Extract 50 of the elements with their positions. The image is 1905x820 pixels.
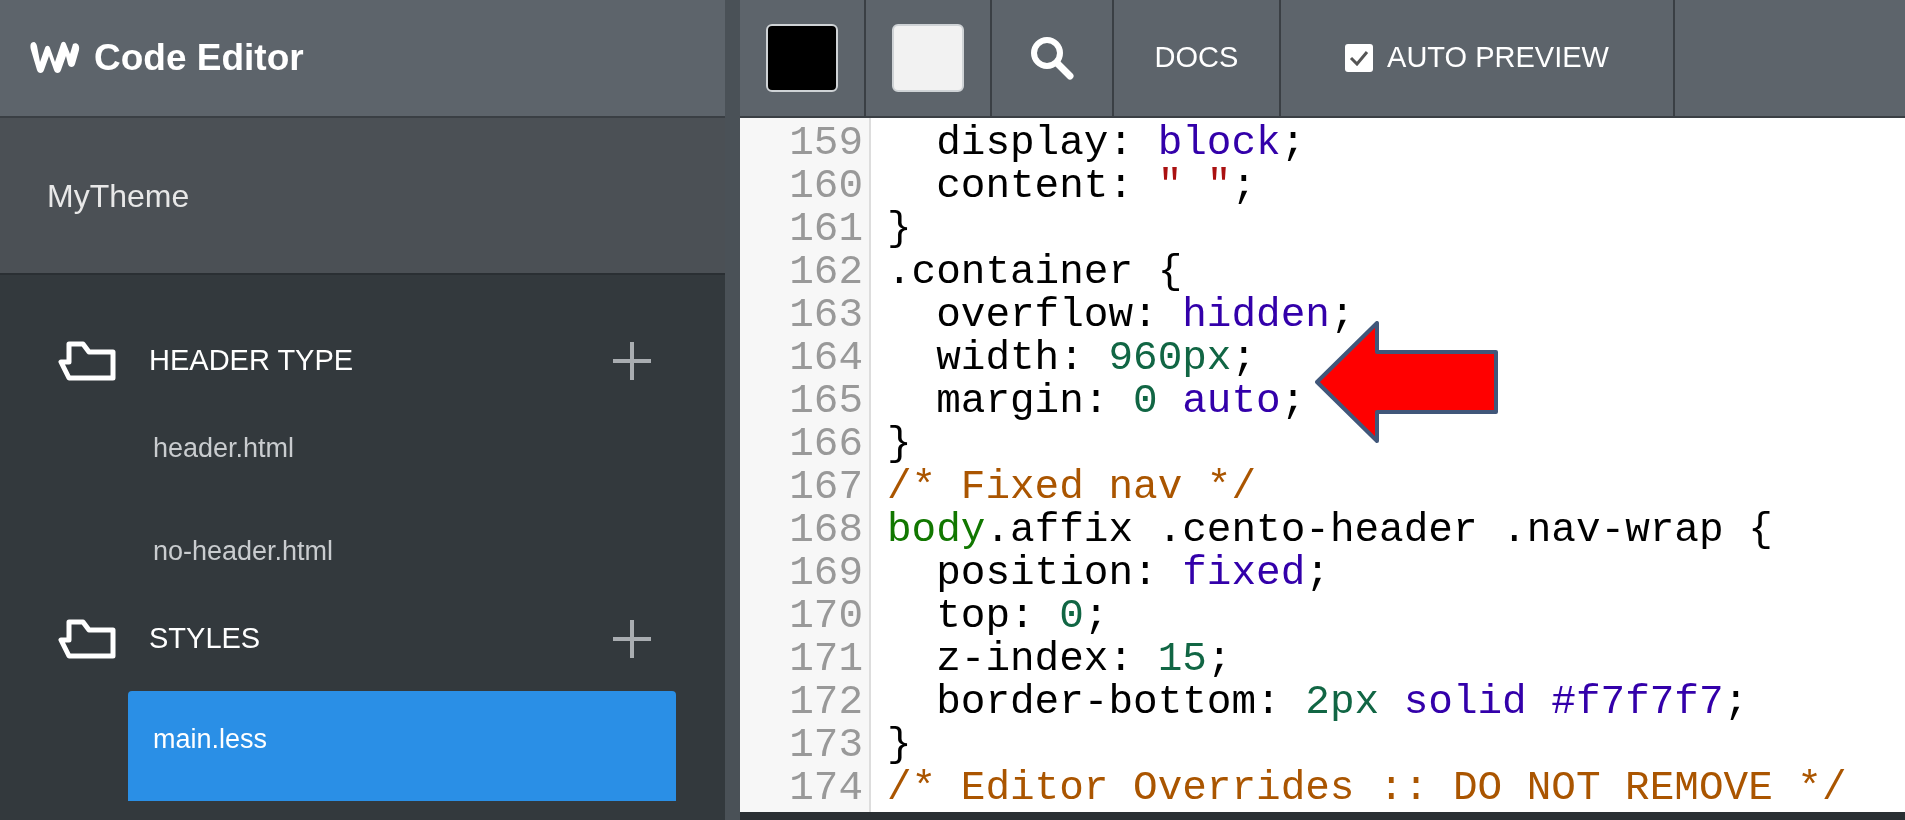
checkbox[interactable] (1345, 44, 1374, 72)
code-line: overflow: hidden; (935, 294, 1356, 337)
search-icon (1029, 35, 1075, 81)
line-number: 163 (788, 294, 863, 337)
add-icon[interactable] (611, 618, 653, 660)
folder-icon (57, 340, 117, 382)
folder-label[interactable]: HEADER TYPE (149, 339, 611, 383)
line-number: 174 (788, 767, 863, 810)
line-number: 159 (788, 122, 863, 165)
app-title: Code Editor (94, 36, 304, 81)
file-item[interactable]: header.html (128, 397, 676, 500)
line-number: 161 (788, 208, 863, 251)
color-swatch[interactable] (766, 24, 838, 92)
line-number: 172 (788, 681, 863, 724)
code-line: z-index: 15; (935, 638, 1233, 681)
code-line: display: block; (935, 122, 1307, 165)
line-number: 165 (788, 380, 863, 423)
line-number: 169 (788, 552, 863, 595)
auto-preview-toggle[interactable]: AUTO PREVIEW (1281, 0, 1675, 116)
line-number: 160 (788, 165, 863, 208)
code-line: .container { (887, 251, 1184, 294)
docs-button[interactable]: DOCS (1114, 0, 1281, 116)
folder-label[interactable]: STYLES (149, 617, 611, 661)
add-icon[interactable] (611, 340, 653, 382)
folder-icon (57, 618, 117, 660)
code-line: } (887, 724, 913, 767)
code-line: } (887, 423, 913, 466)
toggle-label: AUTO PREVIEW (1387, 40, 1609, 76)
code-line: margin: 0 auto; (935, 380, 1307, 423)
code-line: position: fixed; (935, 552, 1331, 595)
color-swatch[interactable] (892, 24, 964, 92)
code-line: } (887, 208, 913, 251)
line-number: 167 (788, 466, 863, 509)
code-line: body.affix .cento-header .nav-wrap { (887, 509, 1774, 552)
line-number: 168 (788, 509, 863, 552)
code-line: border-bottom: 2px solid #f7f7f7; (935, 681, 1750, 724)
code-line: content: " "; (935, 165, 1258, 208)
checkmark-icon (1349, 50, 1370, 66)
code-line: top: 0; (935, 595, 1110, 638)
line-number: 170 (788, 595, 863, 638)
code-line: /* Editor Overrides :: DO NOT REMOVE */ (887, 767, 1848, 810)
line-number: 164 (788, 337, 863, 380)
line-number: 162 (788, 251, 863, 294)
line-number: 166 (788, 423, 863, 466)
file-item[interactable]: no-header.html (128, 500, 676, 603)
theme-name: MyTheme (47, 176, 190, 216)
line-number: 173 (788, 724, 863, 767)
code-line: /* Fixed nav */ (887, 466, 1258, 509)
code-line: width: 960px; (935, 337, 1258, 380)
line-number: 171 (788, 638, 863, 681)
